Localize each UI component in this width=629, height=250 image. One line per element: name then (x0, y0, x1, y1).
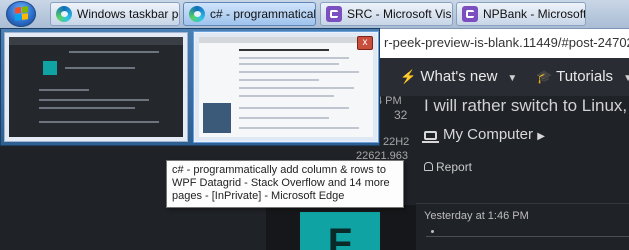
flame-icon: ⚡ (400, 69, 417, 84)
taskbar-button-npbank-visual-studio[interactable]: NPBank - Microsoft ... (456, 2, 586, 26)
mini-text-line (39, 89, 89, 91)
chevron-down-icon: ▼ (507, 73, 518, 84)
mini-text-line (65, 67, 135, 69)
thumbnail-preview-1[interactable] (4, 32, 188, 142)
taskbar-button-csharp-datagrid[interactable]: c# - programmatical... (183, 2, 316, 26)
mini-text-line (239, 79, 319, 81)
mini-text-line (39, 121, 159, 123)
mini-text-line (239, 127, 359, 129)
edge-icon (189, 6, 205, 22)
chevron-down-icon: ▼ (623, 73, 629, 84)
taskbar-button-src-visual-studio[interactable]: SRC - Microsoft Visu... (320, 2, 453, 26)
version-a: 22H2 (383, 136, 410, 148)
nav-whats-new-label: What's new (420, 68, 498, 85)
taskbar-tooltip: c# - programmatically add column & rows … (166, 160, 404, 208)
visual-studio-icon (326, 6, 342, 22)
bullet-dot (431, 230, 434, 233)
my-computer-label: My Computer (443, 126, 534, 143)
edge-icon (56, 6, 72, 22)
mini-text-line (239, 107, 349, 109)
avatar[interactable]: F (300, 212, 380, 250)
mini-text-line (239, 95, 334, 97)
address-bar[interactable]: r-peek-preview-is-blank.11449/#post-2470… (380, 28, 629, 58)
mini-text-line (39, 99, 149, 101)
nav-tutorials-label: Tutorials (556, 68, 614, 85)
mini-toolbar (9, 37, 183, 45)
mini-text-line (239, 57, 349, 59)
taskbar: Windows taskbar pe... c# - programmatica… (0, 0, 629, 29)
mini-text-line (39, 107, 135, 109)
taskbar-button-label: NPBank - Microsoft ... (483, 7, 586, 21)
post-text: I will rather switch to Linux, I ca (424, 96, 629, 115)
close-icon[interactable]: x (357, 36, 373, 50)
taskbar-peek-popup: x (0, 28, 380, 146)
mini-toolbar (199, 37, 373, 43)
mini-text-line (239, 63, 339, 65)
mini-avatar (43, 61, 57, 75)
caret-right-icon: ▶ (537, 131, 545, 142)
bell-icon (424, 162, 433, 171)
mini-text-line (69, 51, 159, 53)
post-time: Yesterday at 1:46 PM (424, 210, 529, 222)
post-underline (426, 236, 629, 237)
thumbnail-screen (9, 37, 183, 137)
mini-ad-block (203, 103, 231, 133)
thumbnail-preview-2[interactable] (194, 32, 378, 142)
thumbnail-screen (199, 37, 373, 137)
laptop-icon (422, 131, 439, 143)
post-divider (416, 203, 629, 204)
mini-text-line (239, 117, 329, 119)
mini-text-line (239, 87, 354, 89)
mini-text-line (239, 49, 329, 51)
visual-studio-icon (462, 6, 478, 22)
mini-text-line (239, 71, 359, 73)
forum-navbar: ⚡ What's new ▼ 🎓 Tutorials ▼ (380, 58, 629, 96)
report-link[interactable]: Report (424, 160, 472, 174)
nav-whats-new[interactable]: ⚡ What's new ▼ (400, 58, 517, 96)
windows-logo-icon (15, 6, 28, 21)
my-computer-link[interactable]: My Computer ▶ (422, 126, 545, 143)
taskbar-button-windows-taskbar[interactable]: Windows taskbar pe... (50, 2, 180, 26)
graduation-cap-icon: 🎓 (536, 69, 553, 84)
side-count: 32 (394, 108, 408, 122)
nav-tutorials[interactable]: 🎓 Tutorials ▼ (536, 58, 629, 96)
taskbar-button-label: Windows taskbar pe... (77, 7, 179, 21)
taskbar-button-label: c# - programmatical... (210, 7, 316, 21)
report-label: Report (436, 160, 473, 174)
taskbar-button-label: SRC - Microsoft Visu... (347, 7, 452, 21)
